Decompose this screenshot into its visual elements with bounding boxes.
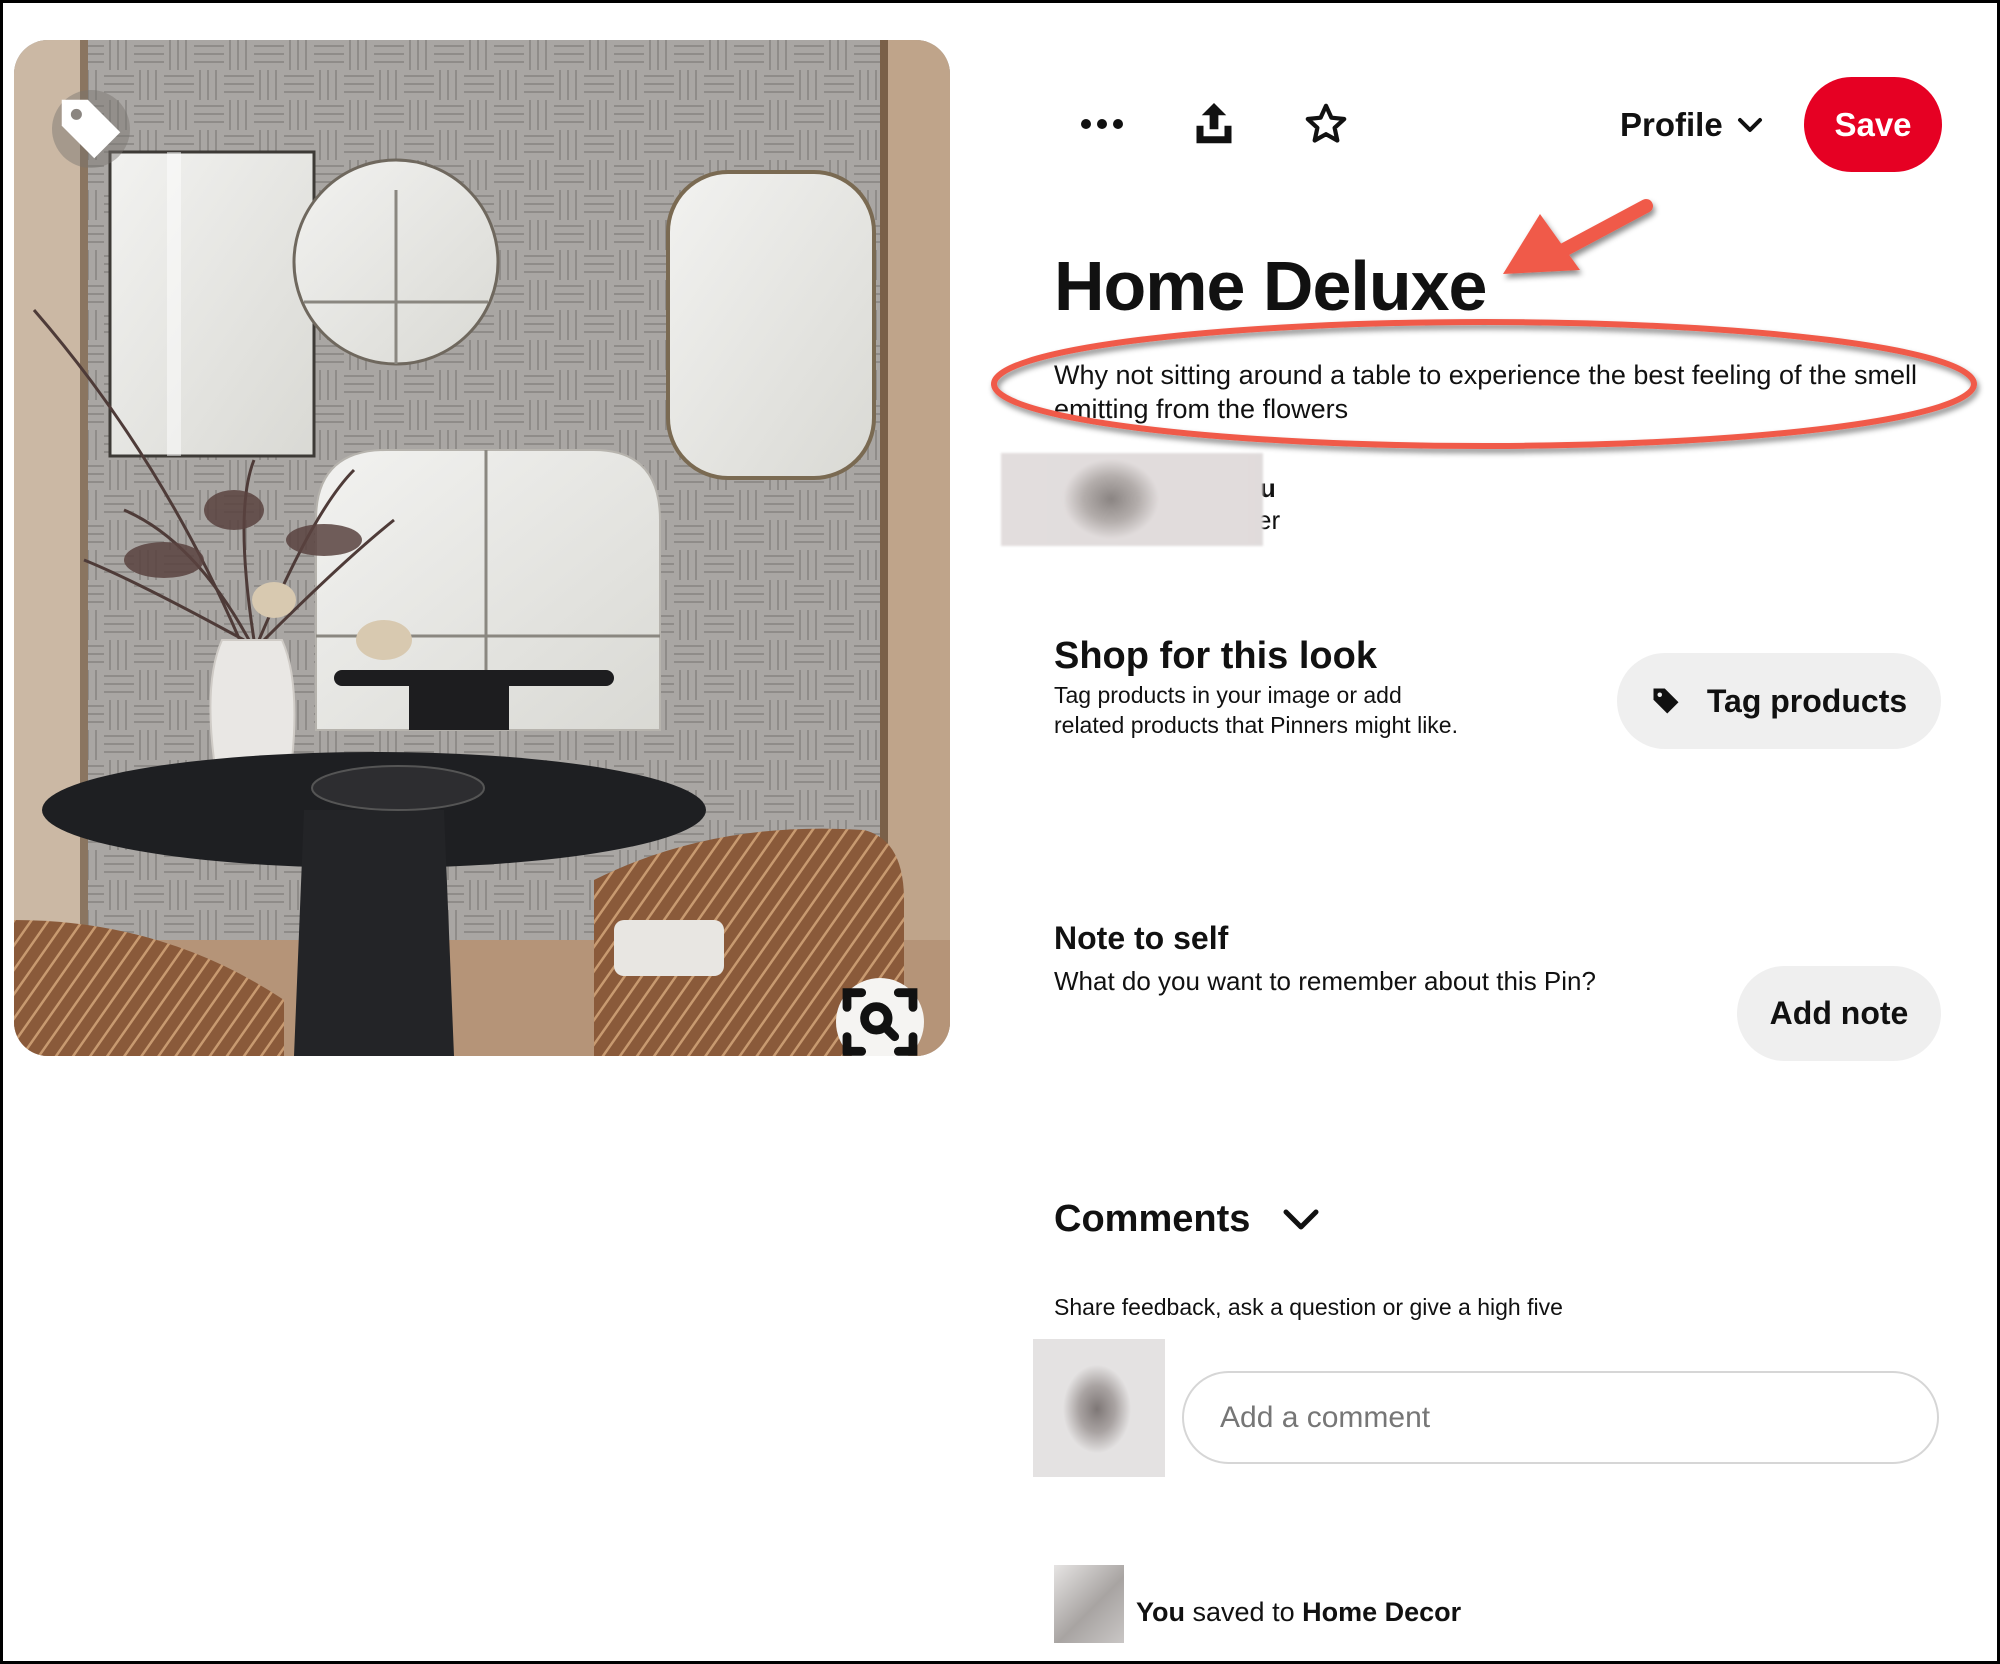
comments-toggle[interactable]: Comments (1054, 1198, 1320, 1241)
saved-to-board[interactable]: You saved to Home Decor (1054, 1565, 1461, 1643)
share-upload-icon (1196, 103, 1232, 144)
note-section-title: Note to self (1054, 920, 1229, 956)
more-horizontal-icon (1081, 119, 1123, 129)
more-options-button[interactable] (1070, 92, 1134, 156)
comment-input[interactable] (1182, 1371, 1939, 1464)
tag-products-button[interactable]: Tag products (1617, 653, 1941, 749)
save-button[interactable]: Save (1804, 77, 1942, 172)
tag-icon (1653, 688, 1679, 714)
tag-icon (61, 99, 121, 159)
profile-label: Profile (1620, 106, 1723, 143)
star-outline-icon (1305, 103, 1347, 143)
tag-products-label: Tag products (1706, 682, 1908, 719)
chevron-down-icon (1283, 1209, 1319, 1229)
visual-search-button[interactable] (836, 978, 924, 1056)
pin-photo (14, 40, 950, 1056)
saved-to-text: You saved to Home Decor (1136, 1597, 1461, 1628)
saved-actor: You (1136, 1596, 1185, 1627)
saved-verb: saved to (1192, 1596, 1295, 1627)
creator-avatar-redacted (1001, 453, 1263, 546)
favorite-button[interactable] (1294, 92, 1358, 156)
comments-prompt: Share feedback, ask a question or give a… (1054, 1294, 1563, 1320)
image-tag-button[interactable] (52, 90, 130, 168)
share-button[interactable] (1182, 92, 1246, 156)
saved-board-name[interactable]: Home Decor (1302, 1597, 1461, 1627)
user-avatar (1033, 1339, 1165, 1477)
creator-info[interactable]: xxu xxer (1001, 453, 1331, 548)
pin-description: Why not sitting around a table to experi… (1054, 360, 1918, 424)
pin-image[interactable] (14, 40, 950, 1056)
shop-section-description: Tag products in your image or add relate… (1054, 682, 1458, 738)
chevron-down-icon (1737, 118, 1762, 132)
profile-board-select[interactable]: Profile (1620, 100, 1763, 150)
board-thumbnail (1054, 1565, 1124, 1643)
visual-search-icon (842, 988, 918, 1056)
shop-section-title: Shop for this look (1054, 635, 1377, 677)
annotation-arrow (1503, 199, 1653, 274)
pin-title: Home Deluxe (1054, 247, 1487, 325)
note-section-description: What do you want to remember about this … (1054, 966, 1596, 996)
add-note-button[interactable]: Add note (1737, 966, 1941, 1061)
comments-title: Comments (1054, 1198, 1251, 1240)
